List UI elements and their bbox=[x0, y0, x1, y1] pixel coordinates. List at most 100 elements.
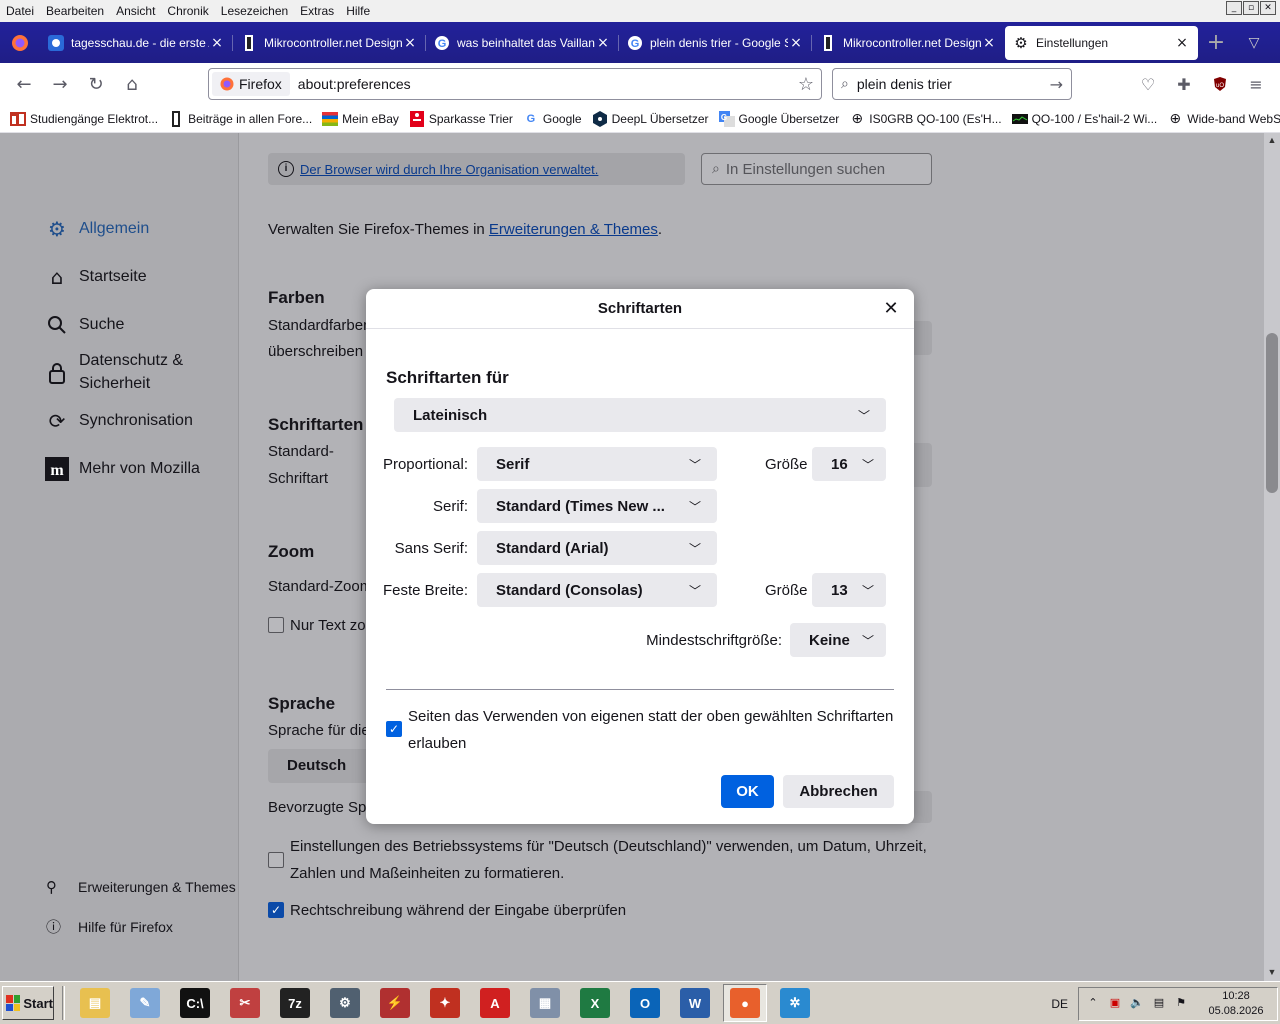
bookmark-item[interactable]: Studiengänge Elektrot... bbox=[10, 111, 158, 127]
taskbar-app[interactable]: ✎ bbox=[123, 984, 167, 1022]
identity-box[interactable]: Firefox bbox=[212, 72, 290, 96]
volume-icon[interactable]: 🔈 bbox=[1129, 996, 1145, 1012]
maximize-button[interactable]: ▫ bbox=[1243, 1, 1259, 15]
allow-page-fonts-checkbox[interactable]: ✓ bbox=[386, 721, 402, 737]
bookmark-item[interactable]: DeepL Übersetzer bbox=[592, 110, 709, 127]
bookmark-item[interactable]: Mein eBay bbox=[322, 111, 399, 127]
bookmark-item[interactable]: G Google bbox=[523, 111, 582, 127]
close-tab-icon[interactable]: × bbox=[209, 35, 225, 51]
back-button[interactable]: ← bbox=[6, 68, 42, 100]
close-window-button[interactable]: ✕ bbox=[1260, 1, 1276, 15]
cancel-button[interactable]: Abbrechen bbox=[783, 775, 894, 808]
mono-size-select[interactable]: 13 ﹀ bbox=[812, 573, 886, 607]
os-locale-checkbox[interactable] bbox=[268, 852, 284, 868]
taskbar-app[interactable]: ✦ bbox=[423, 984, 467, 1022]
search-bar[interactable]: ⌕ plein denis trier → bbox=[832, 68, 1072, 100]
forward-button[interactable]: → bbox=[42, 68, 78, 100]
hamburger-menu-icon[interactable]: ≡ bbox=[1240, 68, 1272, 100]
min-font-size-select[interactable]: Keine ﹀ bbox=[790, 623, 886, 657]
reload-button[interactable]: ↻ bbox=[78, 68, 114, 100]
close-icon[interactable]: ✕ bbox=[880, 298, 902, 320]
category-synchronisation[interactable]: ⟳ Synchronisation bbox=[44, 408, 193, 434]
menu-hilfe[interactable]: Hilfe bbox=[340, 1, 376, 21]
category-allgemein[interactable]: ⚙ Allgemein bbox=[44, 216, 149, 242]
ok-button[interactable]: OK bbox=[721, 775, 774, 808]
language-indicator[interactable]: DE bbox=[1041, 997, 1078, 1011]
menu-extras[interactable]: Extras bbox=[294, 1, 340, 21]
bookmark-item[interactable]: Beiträge in allen Fore... bbox=[168, 110, 312, 127]
bookmark-item[interactable]: ⊕ IS0GRB QO-100 (Es'H... bbox=[849, 111, 1001, 127]
serif-select[interactable]: Standard (Times New ... ﹀ bbox=[477, 489, 717, 523]
category-datenschutz[interactable]: Datenschutz & Sicherheit bbox=[44, 348, 183, 395]
taskbar-app[interactable]: ✲ bbox=[773, 984, 817, 1022]
start-button[interactable]: Start bbox=[2, 986, 54, 1020]
ublock-icon[interactable]: uO bbox=[1204, 68, 1236, 100]
taskbar-app[interactable]: X bbox=[573, 984, 617, 1022]
extensions-icon[interactable]: ✚ bbox=[1168, 68, 1200, 100]
taskbar-app[interactable]: C:\ bbox=[173, 984, 217, 1022]
tab-mikrocontroller-2[interactable]: Mikrocontroller.net Design-U × bbox=[812, 27, 1005, 59]
home-button[interactable]: ⌂ bbox=[114, 68, 150, 100]
scroll-down-icon[interactable]: ▼ bbox=[1264, 967, 1280, 977]
script-select[interactable]: Lateinisch ﹀ bbox=[394, 398, 886, 432]
search-go-icon[interactable]: → bbox=[1050, 75, 1063, 94]
menu-datei[interactable]: Datei bbox=[0, 1, 40, 21]
tab-tagesschau[interactable]: tagesschau.de - die erste A × bbox=[40, 27, 233, 59]
scroll-up-icon[interactable]: ▲ bbox=[1264, 135, 1280, 145]
close-tab-icon[interactable]: × bbox=[788, 35, 804, 51]
clock[interactable]: 10:28 05.08.2026 bbox=[1201, 989, 1271, 1019]
acrobat-tray-icon[interactable]: ▣ bbox=[1107, 996, 1123, 1012]
taskbar-app[interactable]: A bbox=[473, 984, 517, 1022]
taskbar-app[interactable]: ⚙ bbox=[323, 984, 367, 1022]
themes-link[interactable]: Erweiterungen & Themes bbox=[489, 221, 658, 238]
new-tab-button[interactable]: + bbox=[1198, 30, 1234, 55]
menu-chronik[interactable]: Chronik bbox=[161, 1, 214, 21]
minimize-button[interactable]: _ bbox=[1226, 1, 1242, 15]
close-tab-icon[interactable]: × bbox=[402, 35, 418, 51]
taskbar-app[interactable]: ⚡ bbox=[373, 984, 417, 1022]
scroll-thumb[interactable] bbox=[1266, 333, 1278, 493]
menu-bearbeiten[interactable]: Bearbeiten bbox=[40, 1, 110, 21]
tab-mikrocontroller-1[interactable]: Mikrocontroller.net Design-U × bbox=[233, 27, 426, 59]
bookmark-star-icon[interactable]: ☆ bbox=[791, 74, 821, 95]
close-tab-icon[interactable]: × bbox=[595, 35, 611, 51]
pocket-icon[interactable]: ♡ bbox=[1132, 68, 1164, 100]
zoom-text-only-checkbox[interactable] bbox=[268, 617, 284, 633]
menu-ansicht[interactable]: Ansicht bbox=[110, 1, 161, 21]
tab-google-vailland[interactable]: G was beinhaltet das Vailland V × bbox=[426, 27, 619, 59]
list-all-tabs-button[interactable]: ▽ bbox=[1234, 34, 1274, 51]
tab-einstellungen[interactable]: ⚙ Einstellungen × bbox=[1005, 25, 1198, 60]
bookmark-item[interactable]: Sparkasse Trier bbox=[409, 110, 513, 127]
safely-remove-icon[interactable]: ⚑ bbox=[1173, 996, 1189, 1012]
monospace-select[interactable]: Standard (Consolas) ﹀ bbox=[477, 573, 717, 607]
sans-serif-select[interactable]: Standard (Arial) ﹀ bbox=[477, 531, 717, 565]
close-tab-icon[interactable]: × bbox=[981, 35, 997, 51]
proportional-select[interactable]: Serif ﹀ bbox=[477, 447, 717, 481]
bookmark-item[interactable]: QO-100 / Es'hail-2 Wi... bbox=[1011, 111, 1157, 127]
menu-lesezeichen[interactable]: Lesezeichen bbox=[215, 1, 294, 21]
url-input[interactable]: about:preferences bbox=[298, 76, 791, 92]
taskbar-app[interactable]: ▦ bbox=[523, 984, 567, 1022]
taskbar-app[interactable]: ● bbox=[723, 984, 767, 1022]
page-scrollbar[interactable]: ▲ ▼ bbox=[1264, 133, 1280, 981]
sidebar-footer-help[interactable]: ⓘ Hilfe für Firefox bbox=[46, 916, 173, 937]
category-mozilla[interactable]: m Mehr von Mozilla bbox=[44, 456, 200, 482]
sidebar-footer-addons[interactable]: ⚲ Erweiterungen & Themes bbox=[46, 878, 236, 896]
url-bar[interactable]: Firefox about:preferences ☆ bbox=[208, 68, 822, 100]
chevron-up-icon[interactable]: ⌃ bbox=[1085, 996, 1101, 1012]
close-tab-icon[interactable]: × bbox=[1174, 35, 1190, 51]
firefox-view-button[interactable] bbox=[0, 22, 40, 63]
bookmark-item[interactable]: G Google Übersetzer bbox=[718, 110, 839, 127]
proportional-size-select[interactable]: 16 ﹀ bbox=[812, 447, 886, 481]
preferences-search-input[interactable]: ⌕ In Einstellungen suchen bbox=[701, 153, 932, 185]
category-suche[interactable]: Suche bbox=[44, 312, 124, 338]
tab-google-plein[interactable]: G plein denis trier - Google Suc × bbox=[619, 27, 812, 59]
category-startseite[interactable]: ⌂ Startseite bbox=[44, 264, 147, 290]
taskbar-app[interactable]: W bbox=[673, 984, 717, 1022]
search-input[interactable]: plein denis trier bbox=[857, 76, 1050, 92]
policy-link[interactable]: Der Browser wird durch Ihre Organisation… bbox=[300, 162, 598, 177]
bookmark-item[interactable]: ⊕ Wide-band WebSDR i... bbox=[1167, 111, 1280, 127]
network-icon[interactable]: ▤ bbox=[1151, 996, 1167, 1012]
taskbar-app[interactable]: 7z bbox=[273, 984, 317, 1022]
taskbar-app[interactable]: ▤ bbox=[73, 984, 117, 1022]
